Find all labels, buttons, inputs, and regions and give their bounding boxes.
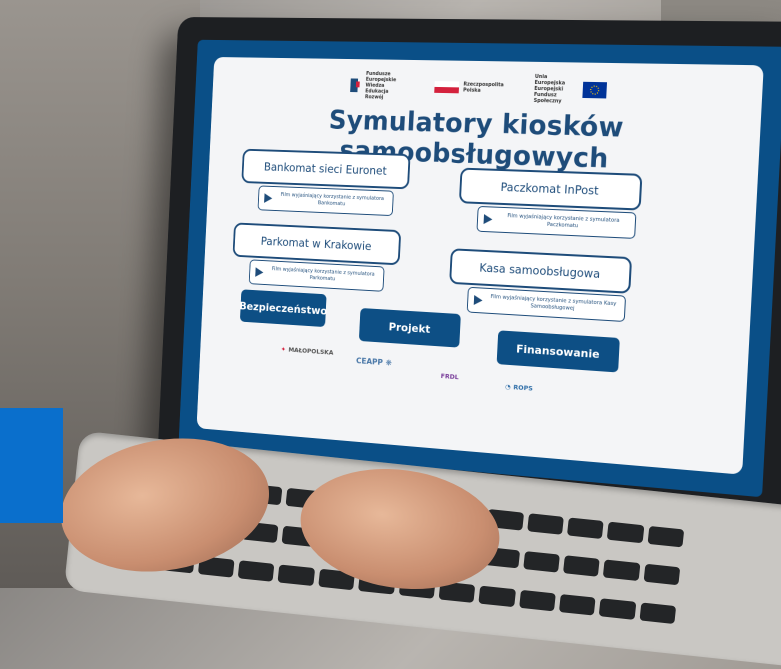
film-link-parking[interactable]: Film wyjaśniający korzystanie z symulato… — [248, 259, 385, 292]
film-label: Film wyjaśniający korzystanie z symulato… — [507, 213, 620, 230]
malopolska-icon: ✦ — [280, 345, 286, 354]
project-button[interactable]: Projekt — [358, 307, 461, 348]
film-label: Film wyjaśniający korzystanie z symulato… — [271, 266, 375, 283]
partner-label: ROPS — [513, 383, 533, 393]
partner-rops: ◔ ROPS — [505, 383, 533, 393]
play-icon — [255, 267, 264, 278]
ceapp-icon: ❋ — [385, 358, 393, 368]
polish-flag-icon — [433, 80, 459, 94]
partner-label: MAŁOPOLSKA — [288, 345, 334, 357]
kiosk-button-parcel[interactable]: Paczkomat InPost — [458, 167, 643, 211]
play-icon — [264, 193, 273, 204]
eu-funds-icon — [349, 78, 360, 93]
eu-funds-text: Fundusze Europejskie Wiedza Edukacja Roz… — [364, 70, 397, 101]
poland-logo: Rzeczpospolita Polska — [433, 80, 506, 94]
blue-accent-tile — [0, 408, 63, 523]
partner-label: FRDL — [440, 372, 459, 382]
kiosk-button-atm[interactable]: Bankomat sieci Euronet — [241, 148, 411, 190]
eu-logo: Unia Europejska Europejski Fundusz Społe… — [533, 73, 607, 106]
web-page: Fundusze Europejskie Wiedza Edukacja Roz… — [196, 56, 764, 475]
eu-text: Unia Europejska Europejski Fundusz Społe… — [533, 73, 566, 105]
film-label: Film wyjaśniający korzystanie z symulato… — [490, 294, 617, 312]
screen-frame: Fundusze Europejskie Wiedza Edukacja Roz… — [178, 39, 781, 498]
financing-button[interactable]: Finansowanie — [496, 330, 620, 373]
film-link-atm[interactable]: Film wyjaśniający korzystanie z symulato… — [257, 185, 394, 217]
eu-funds-logo: Fundusze Europejskie Wiedza Edukacja Roz… — [347, 71, 406, 101]
eu-flag-icon — [581, 81, 607, 99]
play-icon — [483, 214, 493, 225]
partner-frdl: FRDL — [441, 372, 459, 381]
film-label: Film wyjaśniający korzystanie z symulato… — [280, 192, 385, 208]
partner-ceapp: CEAPP ❋ — [356, 356, 392, 367]
partner-malopolska: ✦ MAŁOPOLSKA — [281, 345, 334, 356]
film-link-parcel[interactable]: Film wyjaśniający korzystanie z symulato… — [476, 205, 637, 239]
security-button[interactable]: Bezpieczeństwo — [239, 289, 327, 328]
poland-text: Rzeczpospolita Polska — [462, 81, 504, 94]
logo-bar: Fundusze Europejskie Wiedza Edukacja Roz… — [213, 70, 764, 107]
play-icon — [473, 295, 483, 306]
partner-label: CEAPP — [355, 356, 384, 367]
rops-icon: ◔ — [504, 382, 511, 391]
